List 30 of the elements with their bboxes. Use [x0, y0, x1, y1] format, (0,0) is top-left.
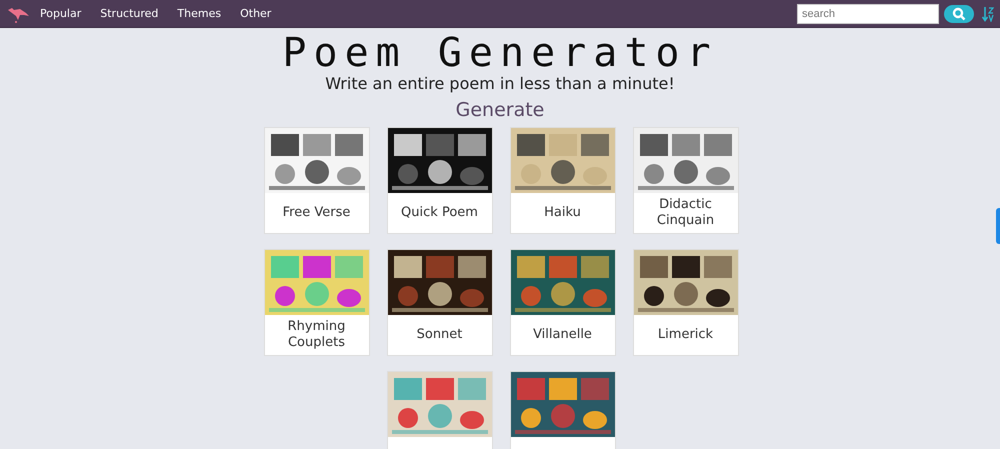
search-field[interactable]: search: [797, 4, 939, 24]
card-label: Free Verse: [282, 204, 352, 222]
poem-card[interactable]: Villanelle: [510, 249, 616, 356]
page-title: Poem Generator: [282, 32, 718, 74]
nav-link[interactable]: Structured: [100, 7, 158, 20]
sort-icon[interactable]: [982, 6, 994, 22]
poem-card[interactable]: Rhyming Couplets: [264, 249, 370, 356]
poem-card[interactable]: [510, 371, 616, 449]
card-label: Didactic Cinquain: [656, 196, 716, 230]
poem-card[interactable]: Didactic Cinquain: [632, 127, 738, 234]
card-label: Quick Poem: [400, 204, 479, 222]
poem-card[interactable]: Haiku: [510, 127, 616, 234]
nav-link[interactable]: Popular: [40, 7, 82, 20]
card-label: Villanelle: [532, 326, 593, 344]
nav-link[interactable]: Themes: [177, 7, 222, 20]
card-label: Haiku: [543, 204, 582, 222]
card-label: Sonnet: [416, 326, 464, 344]
poem-card[interactable]: Free Verse: [264, 127, 370, 234]
card-label: Rhyming Couplets: [286, 318, 346, 352]
poem-card[interactable]: Limerick: [632, 249, 738, 356]
search-button[interactable]: [944, 4, 974, 22]
page-subtitle: Write an entire poem in less than a minute!: [325, 74, 675, 93]
poem-card[interactable]: [386, 371, 492, 449]
search-icon: [952, 6, 966, 20]
section-heading: Generate: [456, 99, 544, 121]
card-label: Limerick: [656, 326, 714, 344]
side-tab[interactable]: [996, 208, 1000, 244]
nav-link[interactable]: Other: [240, 7, 272, 20]
poem-card[interactable]: Sonnet: [386, 249, 492, 356]
poem-card[interactable]: Quick Poem: [386, 127, 492, 234]
